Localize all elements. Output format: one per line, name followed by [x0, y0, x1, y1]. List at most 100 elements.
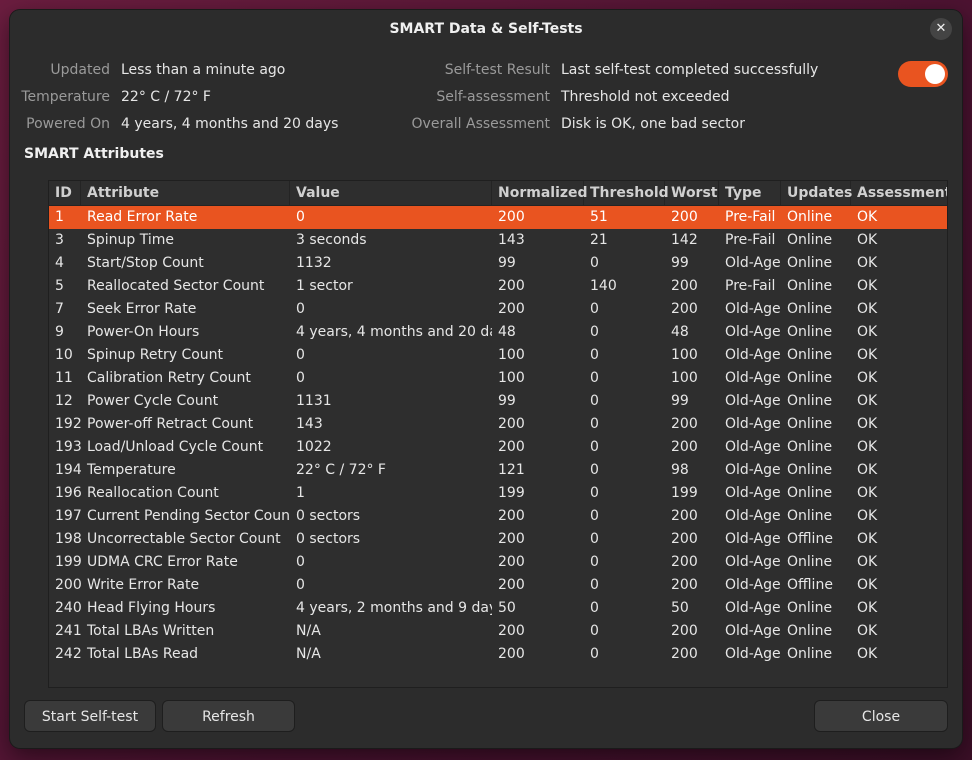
cell-assessment: OK — [857, 623, 878, 639]
cell-threshold: 0 — [590, 416, 599, 432]
table-row[interactable]: 11 Calibration Retry Count 0 100 0 100 Old-Age… — [49, 367, 947, 390]
cell-normalized: 200 — [498, 646, 525, 662]
table-row[interactable]: 12 Power Cycle Count 1131 99 0 99 Old-Age Onlin… — [49, 390, 947, 413]
cell-id: 9 — [55, 324, 64, 340]
updated-label: Updated — [50, 62, 110, 78]
powered-on-label: Powered On — [26, 116, 110, 132]
cell-normalized: 200 — [498, 439, 525, 455]
cell-normalized: 100 — [498, 347, 525, 363]
cell-updates: Online — [787, 623, 833, 639]
cell-attribute: UDMA CRC Error Rate — [87, 554, 238, 570]
cell-normalized: 48 — [498, 324, 516, 340]
cell-normalized: 100 — [498, 370, 525, 386]
cell-value: 143 — [296, 416, 323, 432]
cell-assessment: OK — [857, 324, 878, 340]
cell-worst: 200 — [671, 577, 698, 593]
cell-normalized: 99 — [498, 255, 516, 271]
cell-worst: 48 — [671, 324, 689, 340]
table-row[interactable]: 199 UDMA CRC Error Rate 0 200 0 200 Old-Age Onl… — [49, 551, 947, 574]
table-row[interactable]: 5 Reallocated Sector Count 1 sector 200 140 2… — [49, 275, 947, 298]
column-header-threshold[interactable]: Threshold — [584, 181, 669, 205]
cell-value: 0 sectors — [296, 531, 361, 547]
column-header-value[interactable]: Value — [290, 181, 492, 205]
column-header-updates[interactable]: Updates — [781, 181, 852, 205]
cell-type: Old-Age — [725, 531, 781, 547]
column-header-attribute[interactable]: Attribute — [81, 181, 290, 205]
table-row[interactable]: 3 Spinup Time 3 seconds 143 21 142 Pre-Fail Onl… — [49, 229, 947, 252]
table-row[interactable]: 10 Spinup Retry Count 0 100 0 100 Old-Age Onlin… — [49, 344, 947, 367]
table-row[interactable]: 193 Load/Unload Cycle Count 1022 200 0 200 Old… — [49, 436, 947, 459]
cell-assessment: OK — [857, 301, 878, 317]
table-row[interactable]: 4 Start/Stop Count 1132 99 0 99 Old-Age Online O… — [49, 252, 947, 275]
cell-attribute: Load/Unload Cycle Count — [87, 439, 264, 455]
cell-worst: 200 — [671, 439, 698, 455]
cell-type: Old-Age — [725, 393, 781, 409]
cell-normalized: 121 — [498, 462, 525, 478]
cell-value: 1132 — [296, 255, 332, 271]
cell-updates: Online — [787, 462, 833, 478]
column-header-normalized[interactable]: Normalized — [492, 181, 588, 205]
cell-type: Old-Age — [725, 347, 781, 363]
cell-id: 7 — [55, 301, 64, 317]
cell-updates: Offline — [787, 577, 833, 593]
column-header-assessment[interactable]: Assessment — [851, 181, 947, 205]
cell-attribute: Start/Stop Count — [87, 255, 204, 271]
table-row[interactable]: 9 Power-On Hours 4 years, 4 months and 20 … — [49, 321, 947, 344]
table-row[interactable]: 198 Uncorrectable Sector Count 0 sectors 20… — [49, 528, 947, 551]
cell-type: Old-Age — [725, 577, 781, 593]
overall-assessment-value: Disk is OK, one bad sector — [561, 116, 745, 132]
cell-threshold: 0 — [590, 393, 599, 409]
cell-type: Old-Age — [725, 301, 781, 317]
close-button[interactable]: Close — [814, 700, 948, 732]
cell-type: Old-Age — [725, 508, 781, 524]
cell-assessment: OK — [857, 370, 878, 386]
cell-threshold: 0 — [590, 646, 599, 662]
column-header-id[interactable]: ID — [49, 181, 81, 205]
self-test-result-value: Last self-test completed successfully — [561, 62, 819, 78]
table-row[interactable]: 242 Total LBAs Read N/A 200 0 200 Old-Age Onlin… — [49, 643, 947, 666]
cell-type: Old-Age — [725, 370, 781, 386]
column-header-worst[interactable]: Worst — [665, 181, 719, 205]
cell-assessment: OK — [857, 577, 878, 593]
table-row[interactable]: 7 Seek Error Rate 0 200 0 200 Old-Age Online OK — [49, 298, 947, 321]
column-header-type[interactable]: Type — [719, 181, 781, 205]
cell-assessment: OK — [857, 347, 878, 363]
cell-value: 0 — [296, 209, 305, 225]
table-row[interactable]: 200 Write Error Rate 0 200 0 200 Old-Age Offlin… — [49, 574, 947, 597]
cell-type: Old-Age — [725, 485, 781, 501]
refresh-button[interactable]: Refresh — [162, 700, 295, 732]
cell-id: 193 — [55, 439, 81, 455]
cell-updates: Online — [787, 485, 833, 501]
titlebar: SMART Data & Self-Tests ✕ — [10, 10, 962, 48]
cell-worst: 99 — [671, 393, 689, 409]
table-row[interactable]: 1 Read Error Rate 0 200 51 200 Pre-Fail Online O… — [49, 206, 947, 229]
cell-value: 0 — [296, 370, 305, 386]
self-assessment-label: Self-assessment — [436, 89, 550, 105]
cell-value: 22° C / 72° F — [296, 462, 386, 478]
cell-type: Old-Age — [725, 255, 781, 271]
cell-updates: Online — [787, 209, 833, 225]
smart-enable-toggle[interactable] — [898, 61, 948, 87]
cell-threshold: 0 — [590, 301, 599, 317]
table-row[interactable]: 241 Total LBAs Written N/A 200 0 200 Old-Age On… — [49, 620, 947, 643]
cell-assessment: OK — [857, 531, 878, 547]
cell-worst: 200 — [671, 209, 698, 225]
cell-threshold: 0 — [590, 255, 599, 271]
close-icon[interactable]: ✕ — [930, 18, 952, 40]
table-row[interactable]: 196 Reallocation Count 1 199 0 199 Old-Age Onli… — [49, 482, 947, 505]
cell-worst: 142 — [671, 232, 698, 248]
cell-updates: Online — [787, 324, 833, 340]
table-row[interactable]: 240 Head Flying Hours 4 years, 2 months an… — [49, 597, 947, 620]
cell-value: 1 — [296, 485, 305, 501]
cell-threshold: 0 — [590, 462, 599, 478]
cell-worst: 200 — [671, 416, 698, 432]
start-self-test-button[interactable]: Start Self-test — [24, 700, 156, 732]
table-row[interactable]: 192 Power-off Retract Count 143 200 0 200 Old-… — [49, 413, 947, 436]
cell-worst: 200 — [671, 646, 698, 662]
cell-normalized: 200 — [498, 554, 525, 570]
cell-id: 242 — [55, 646, 81, 662]
cell-attribute: Power Cycle Count — [87, 393, 219, 409]
table-row[interactable]: 194 Temperature 22° C / 72° F 121 0 98 Old-Age… — [49, 459, 947, 482]
table-row[interactable]: 197 Current Pending Sector Count 0 sectors… — [49, 505, 947, 528]
attributes-table[interactable]: ID Attribute Value Normalized Threshold … — [48, 180, 948, 688]
